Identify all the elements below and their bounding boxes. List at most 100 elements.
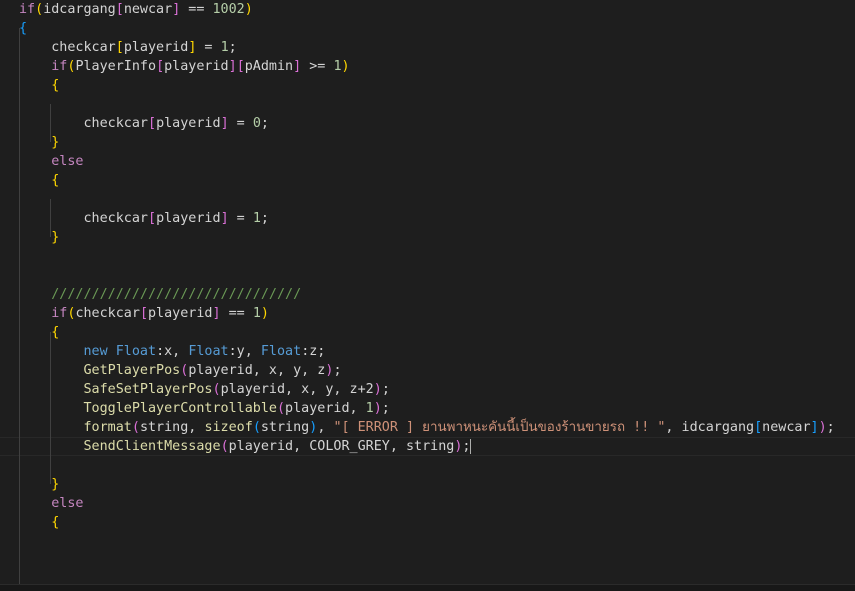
code-token: playerid, COLOR_GREY, string xyxy=(228,439,455,454)
code-line[interactable]: GetPlayerPos(playerid, x, y, z); xyxy=(19,361,342,380)
code-line[interactable]: if(idcargang[newcar] == 1002) xyxy=(19,0,253,19)
code-token: Float xyxy=(115,344,157,359)
code-token: 1002 xyxy=(212,2,245,17)
code-token: ; xyxy=(333,363,342,378)
code-token: ; xyxy=(260,211,269,226)
code-token: SafeSetPlayerPos xyxy=(83,382,213,397)
code-token: = xyxy=(196,40,221,55)
code-token: playerid, x, y, z xyxy=(188,363,326,378)
code-token: == xyxy=(220,306,253,321)
code-line[interactable]: { xyxy=(19,513,59,532)
code-token: sizeof xyxy=(204,420,253,435)
code-token: if xyxy=(51,306,68,321)
code-token: ( xyxy=(35,2,44,17)
code-token: checkcar xyxy=(75,306,140,321)
code-token: Float xyxy=(188,344,229,359)
code-token: ; xyxy=(228,40,237,55)
code-token: { xyxy=(51,173,60,188)
code-token: :z; xyxy=(301,344,326,359)
code-token: 1 xyxy=(333,59,342,74)
code-line[interactable]: { xyxy=(19,76,59,95)
code-token: { xyxy=(51,325,60,340)
code-token: if xyxy=(19,2,36,17)
code-token: [ xyxy=(754,420,763,435)
code-token: TogglePlayerControllable xyxy=(83,401,277,416)
code-token: = xyxy=(228,211,253,226)
code-line[interactable]: { xyxy=(19,171,59,190)
code-token: ; xyxy=(381,382,390,397)
code-line[interactable]: } xyxy=(19,133,59,152)
code-line[interactable]: checkcar[playerid] = 1; xyxy=(19,38,237,57)
code-token: 1 xyxy=(365,401,374,416)
code-token: Float xyxy=(260,344,302,359)
code-token: } xyxy=(51,477,60,492)
code-token: } xyxy=(51,230,60,245)
code-token: ( xyxy=(212,382,221,397)
code-line[interactable]: } xyxy=(19,475,59,494)
code-line[interactable]: format(string, sizeof(string), "[ ERROR … xyxy=(19,418,835,437)
code-line[interactable]: if(PlayerInfo[playerid][pAdmin] >= 1) xyxy=(19,57,350,76)
code-token: [ xyxy=(115,40,124,55)
code-token: [ xyxy=(115,2,124,17)
code-token: ) xyxy=(373,382,382,397)
code-token: idcargang xyxy=(43,2,116,17)
code-line[interactable]: { xyxy=(19,323,59,342)
code-token: ] xyxy=(810,420,819,435)
code-line[interactable]: new Float:x, Float:y, Float:z; xyxy=(19,342,326,361)
code-line[interactable]: } xyxy=(19,228,59,247)
code-token: = xyxy=(228,116,253,131)
code-token: ) xyxy=(244,2,253,17)
code-token: playerid xyxy=(156,211,221,226)
code-token: checkcar xyxy=(19,40,116,55)
code-token: :x, xyxy=(156,344,189,359)
code-line[interactable]: else xyxy=(19,152,84,171)
code-token: GetPlayerPos xyxy=(83,363,181,378)
code-line[interactable]: else xyxy=(19,494,83,513)
code-line[interactable]: SafeSetPlayerPos(playerid, x, y, z+2); xyxy=(19,380,390,399)
code-token: pAdmin xyxy=(244,59,294,74)
code-token: [ xyxy=(236,59,245,74)
code-token: playerid xyxy=(164,59,229,74)
code-token: ) xyxy=(341,59,350,74)
code-line[interactable]: checkcar[playerid] = 0; xyxy=(19,114,268,133)
code-token: playerid xyxy=(123,40,189,55)
code-token: 0 xyxy=(252,116,261,131)
code-editor[interactable]: if(idcargang[newcar] == 1002){ checkcar[… xyxy=(0,0,855,591)
code-token: playerid xyxy=(156,116,221,131)
code-token: newcar xyxy=(123,2,173,17)
code-token: ; xyxy=(826,420,835,435)
code-token: 1 xyxy=(220,40,229,55)
code-token: /////////////////////////////// xyxy=(51,287,302,302)
code-token: else xyxy=(51,154,84,169)
code-token: ( xyxy=(252,420,261,435)
code-token: [ xyxy=(139,306,148,321)
code-line[interactable]: if(checkcar[playerid] == 1) xyxy=(19,304,269,323)
code-token: ] xyxy=(220,211,229,226)
code-token: ( xyxy=(276,401,286,416)
code-line[interactable]: /////////////////////////////// xyxy=(19,285,301,304)
code-token: 1 xyxy=(252,211,261,226)
code-token: [ xyxy=(148,211,157,226)
code-line[interactable]: { xyxy=(19,19,27,38)
code-line[interactable]: TogglePlayerControllable(playerid, 1); xyxy=(19,399,390,418)
code-token: ] xyxy=(228,59,237,74)
code-token: ] xyxy=(212,306,221,321)
code-token: new xyxy=(83,344,108,359)
code-line[interactable]: SendClientMessage(playerid, COLOR_GREY, … xyxy=(19,437,472,456)
code-token: checkcar xyxy=(19,116,148,131)
code-token: if xyxy=(51,59,68,74)
code-line[interactable]: checkcar[playerid] = 1; xyxy=(19,209,269,228)
code-token: :y, xyxy=(228,344,261,359)
